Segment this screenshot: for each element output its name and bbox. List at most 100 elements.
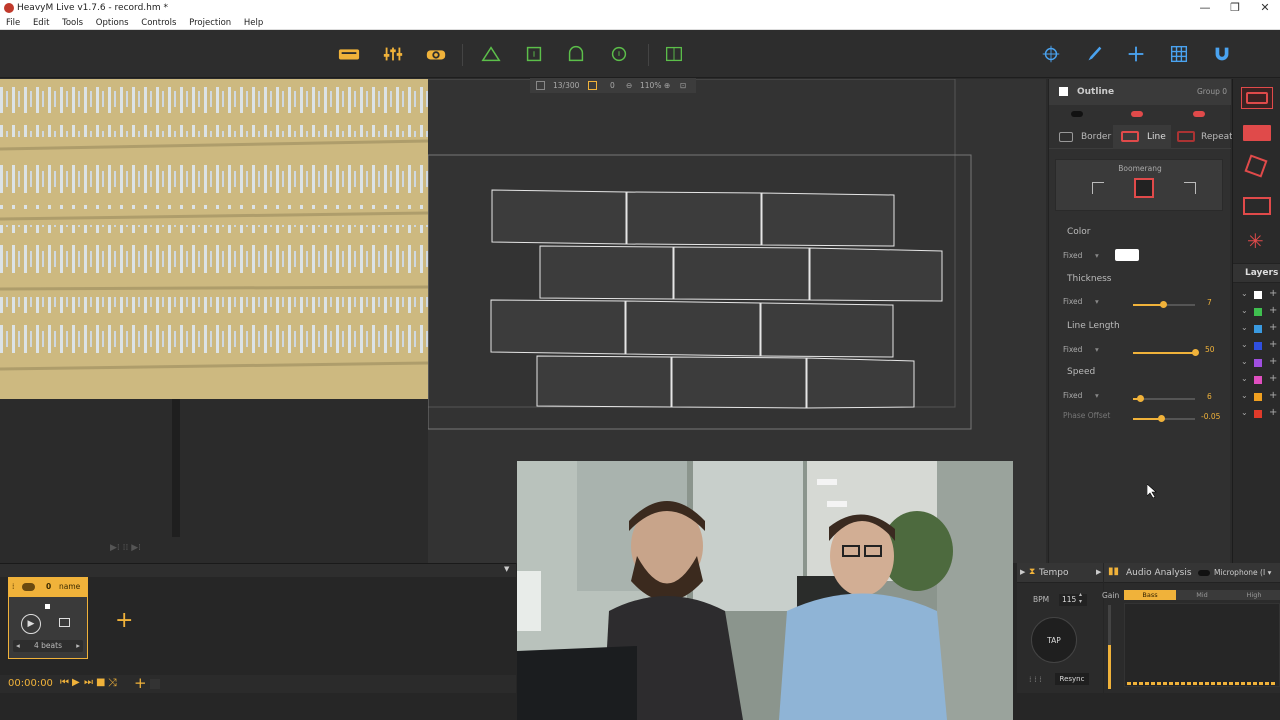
- layer-row[interactable]: ⌄ +: [1233, 389, 1280, 405]
- texture-effect-icon[interactable]: [1243, 197, 1271, 215]
- line-toggle[interactable]: [1131, 111, 1143, 117]
- projector-icon[interactable]: [425, 44, 447, 64]
- magnet-icon[interactable]: [1211, 44, 1233, 64]
- audio-expand-icon[interactable]: ▶: [1096, 568, 1101, 576]
- shuffle-icon[interactable]: ⤨: [108, 676, 117, 690]
- add-layer-icon[interactable]: +: [1269, 339, 1277, 350]
- outline-checkbox[interactable]: [1059, 87, 1068, 96]
- brush-icon[interactable]: [1083, 44, 1105, 64]
- layer-color-swatch[interactable]: [1254, 342, 1262, 350]
- fit-view-icon[interactable]: ⊡: [680, 78, 686, 93]
- add-layer-icon[interactable]: +: [1269, 322, 1277, 333]
- band-high[interactable]: High: [1228, 590, 1280, 600]
- triangle-shape-icon[interactable]: [480, 44, 502, 64]
- beats-select[interactable]: ◂ 4 beats ▸: [13, 640, 83, 652]
- add-layer-icon[interactable]: +: [1269, 373, 1277, 384]
- add-layer-icon[interactable]: +: [1269, 288, 1277, 299]
- speed-slider[interactable]: [1133, 395, 1195, 403]
- chevron-down-icon[interactable]: ▾: [1095, 251, 1099, 260]
- stop-icon[interactable]: ■: [96, 677, 105, 688]
- splitter[interactable]: [172, 399, 180, 537]
- mode-start-icon[interactable]: [1092, 182, 1104, 194]
- sliders-icon[interactable]: [382, 44, 404, 64]
- speed-mode-select[interactable]: Fixed: [1063, 391, 1082, 400]
- layer-color-swatch[interactable]: [1254, 308, 1262, 316]
- mode-end-icon[interactable]: [1184, 182, 1196, 194]
- next-icon[interactable]: ⏭: [84, 677, 93, 688]
- chevron-down-icon[interactable]: ▾: [1095, 391, 1099, 400]
- phase-offset-slider[interactable]: [1133, 415, 1195, 423]
- keyboard-icon[interactable]: [338, 44, 360, 64]
- chevron-down-icon[interactable]: ⌄: [1241, 408, 1248, 417]
- add-layer-icon[interactable]: +: [1269, 390, 1277, 401]
- layer-color-swatch[interactable]: [1254, 291, 1262, 299]
- tab-border[interactable]: Border: [1053, 125, 1111, 149]
- sparkle-effect-icon[interactable]: ✳: [1247, 229, 1264, 253]
- layer-row[interactable]: ⌄ +: [1233, 372, 1280, 388]
- chevron-down-icon[interactable]: ⌄: [1241, 323, 1248, 332]
- chevron-down-icon[interactable]: ⌄: [1241, 374, 1248, 383]
- square-shape-icon[interactable]: [523, 44, 545, 64]
- border-toggle[interactable]: [1071, 111, 1083, 117]
- split-icon[interactable]: [663, 44, 685, 64]
- tap-button[interactable]: TAP: [1031, 617, 1077, 663]
- play-icon[interactable]: ▶: [21, 614, 41, 634]
- plus-icon[interactable]: [1125, 44, 1147, 64]
- layer-row[interactable]: ⌄ +: [1233, 321, 1280, 337]
- zoom-in-icon[interactable]: ⊕: [664, 78, 670, 93]
- layer-color-swatch[interactable]: [1254, 376, 1262, 384]
- gain-slider[interactable]: [1108, 605, 1111, 689]
- clip-toggle[interactable]: [22, 583, 35, 591]
- grid-icon[interactable]: [1168, 44, 1190, 64]
- chevron-down-icon[interactable]: ⌄: [1241, 306, 1248, 315]
- layer-row[interactable]: ⌄ +: [1233, 406, 1280, 422]
- rewind-icon[interactable]: ⏮: [60, 677, 69, 688]
- audio-source-select[interactable]: Microphone (I ▾: [1214, 568, 1280, 577]
- tab-repeat[interactable]: Repeat: [1173, 125, 1233, 149]
- add-layer-icon[interactable]: +: [1269, 305, 1277, 316]
- layer-color-swatch[interactable]: [1254, 393, 1262, 401]
- thickness-mode-select[interactable]: Fixed: [1063, 297, 1082, 306]
- bpm-stepper-icon[interactable]: ▴ ▾: [1079, 591, 1082, 605]
- menu-edit[interactable]: Edit: [33, 18, 49, 28]
- menu-projection[interactable]: Projection: [189, 18, 231, 28]
- audio-toggle[interactable]: [1198, 570, 1210, 576]
- loop-icon[interactable]: [59, 618, 70, 627]
- layer-color-swatch[interactable]: [1254, 359, 1262, 367]
- maximize-button[interactable]: ❐: [1220, 0, 1250, 16]
- target-icon[interactable]: [1040, 44, 1062, 64]
- layer-color-swatch[interactable]: [1254, 410, 1262, 418]
- outline-effect-icon[interactable]: [1241, 87, 1273, 109]
- layer-row[interactable]: ⌄ +: [1233, 355, 1280, 371]
- chevron-down-icon[interactable]: ⌄: [1241, 391, 1248, 400]
- band-bass[interactable]: Bass: [1124, 590, 1176, 600]
- chevron-down-icon[interactable]: ▾: [1095, 345, 1099, 354]
- add-layer-icon[interactable]: +: [1269, 407, 1277, 418]
- add-layer-icon[interactable]: +: [1269, 356, 1277, 367]
- chevron-down-icon[interactable]: ⌄: [1241, 340, 1248, 349]
- chevron-down-icon[interactable]: ⌄: [1241, 357, 1248, 366]
- chevron-down-icon[interactable]: ▾: [1095, 297, 1099, 306]
- line-length-slider[interactable]: [1133, 349, 1199, 357]
- arch-shape-icon[interactable]: [565, 44, 587, 64]
- minimize-button[interactable]: —: [1190, 0, 1220, 16]
- bpm-input[interactable]: 115: [1059, 594, 1087, 606]
- repeat-toggle[interactable]: [1193, 111, 1205, 117]
- line-length-mode-select[interactable]: Fixed: [1063, 345, 1082, 354]
- thickness-slider[interactable]: [1133, 301, 1195, 309]
- color-swatch[interactable]: [1115, 249, 1139, 261]
- transform-effect-icon[interactable]: [1244, 154, 1268, 178]
- collapse-arrow-icon[interactable]: ▼: [504, 565, 509, 573]
- menu-help[interactable]: Help: [244, 18, 263, 28]
- layer-row[interactable]: ⌄ +: [1233, 287, 1280, 303]
- zoom-out-icon[interactable]: ⊖: [626, 78, 632, 93]
- mode-boomerang-icon[interactable]: [1134, 178, 1154, 198]
- circle-shape-icon[interactable]: [608, 44, 630, 64]
- drag-handle-icon[interactable]: ⁞: [12, 577, 14, 597]
- layer-row[interactable]: ⌄ +: [1233, 338, 1280, 354]
- chevron-down-icon[interactable]: ⌄: [1241, 289, 1248, 298]
- resync-button[interactable]: Resync: [1055, 673, 1089, 685]
- menu-file[interactable]: File: [6, 18, 20, 28]
- selection-icon[interactable]: [588, 81, 597, 90]
- frame-icon[interactable]: [536, 81, 545, 90]
